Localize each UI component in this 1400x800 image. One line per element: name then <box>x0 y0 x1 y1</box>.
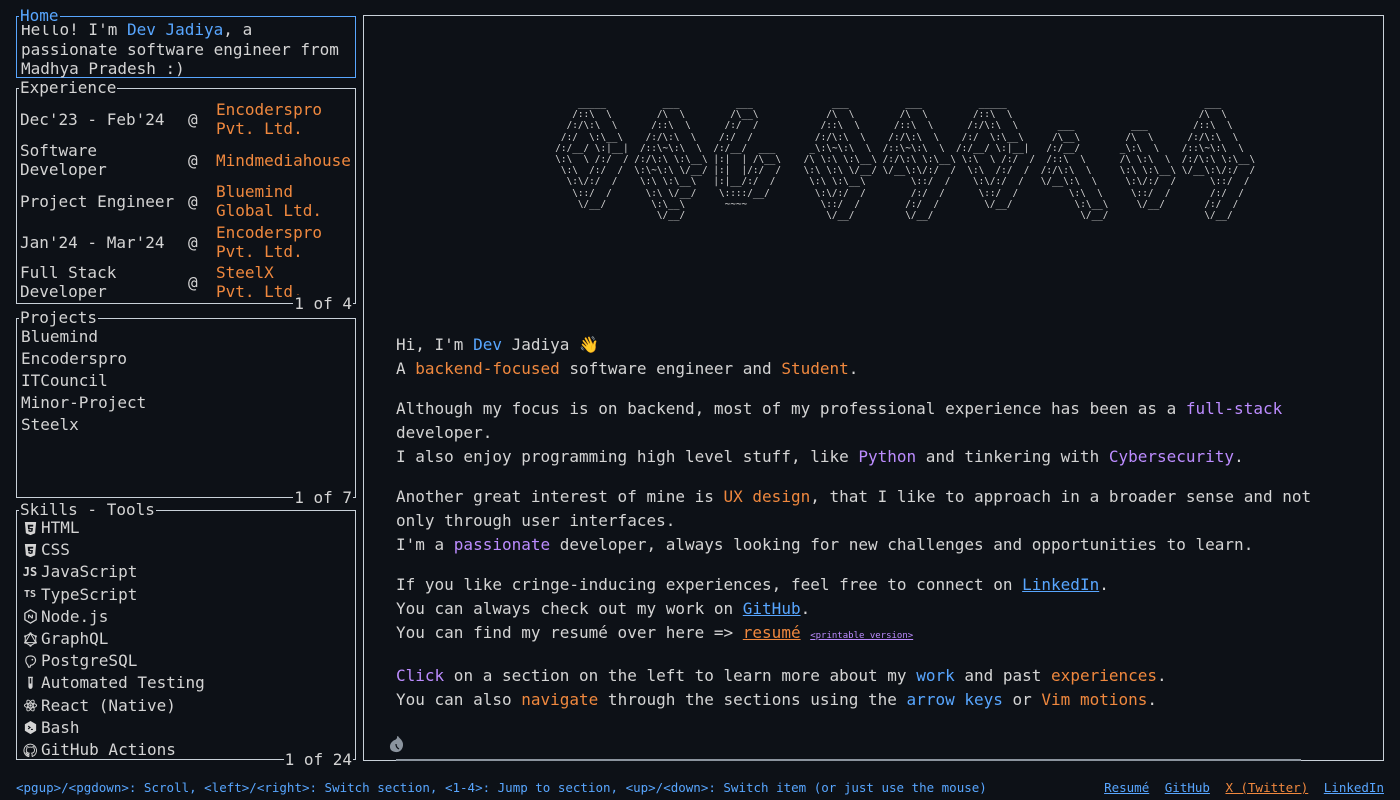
horizontal-scrollbar[interactable] <box>396 759 1301 761</box>
experience-title: Experience <box>19 78 118 97</box>
projects-counter: 1 of 7 <box>293 488 353 507</box>
skill-item[interactable]: Node.js <box>19 606 353 628</box>
home-title: Home <box>19 6 60 25</box>
ts-icon: TS <box>23 588 37 600</box>
react-icon <box>19 695 41 717</box>
js-icon: JS <box>22 565 38 580</box>
printable-resume-link[interactable]: <printable version> <box>810 631 913 641</box>
wave-emoji-icon: 👋 <box>579 335 599 354</box>
footer-twitter-link[interactable]: X (Twitter) <box>1225 780 1308 795</box>
nodejs-icon <box>19 606 41 628</box>
skills-panel[interactable]: Skills - Tools HTML CSS JS JavaScript TS… <box>16 501 356 769</box>
project-item[interactable]: Steelx <box>21 414 351 436</box>
home-intro: Hello! I'm Dev Jadiya, a passionate soft… <box>21 20 339 78</box>
graphql-icon <box>19 628 41 650</box>
experience-counter: 1 of 4 <box>293 294 353 313</box>
github-link[interactable]: GitHub <box>743 599 801 618</box>
skill-item[interactable]: PostgreSQL <box>19 650 353 672</box>
skill-item[interactable]: TS TypeScript <box>19 584 353 606</box>
project-item[interactable]: Bluemind <box>21 326 351 348</box>
keybind-help: <pgup>/<pgdown>: Scroll, <left>/<right>:… <box>16 780 987 795</box>
about-text: Hi, I'm Dev Jadiya 👋 A backend-focused s… <box>396 335 1312 709</box>
skill-item[interactable]: GraphQL <box>19 628 353 650</box>
bun-logo-icon <box>389 736 404 753</box>
footer-bar: <pgup>/<pgdown>: Scroll, <left>/<right>:… <box>16 781 1384 795</box>
footer-github-link[interactable]: GitHub <box>1165 780 1210 795</box>
skills-title: Skills - Tools <box>19 500 156 519</box>
projects-title: Projects <box>19 308 99 327</box>
test-tube-icon <box>19 673 41 695</box>
skill-item[interactable]: Bash <box>19 717 353 739</box>
project-item[interactable]: Minor-Project <box>21 392 351 414</box>
main-content-panel[interactable]: _____ ___ ___ ___ ___ _____ ___ /::\ \ /… <box>363 15 1384 761</box>
experience-item[interactable]: Software Developer @ Mindmediahouse <box>17 140 355 180</box>
home-panel[interactable]: Home Hello! I'm Dev Jadiya, a passionate… <box>16 7 356 78</box>
skill-item[interactable]: React (Native) <box>19 695 353 717</box>
html5-icon <box>19 517 41 539</box>
footer-resume-link[interactable]: Resumé <box>1104 780 1149 795</box>
resume-link[interactable]: resumé <box>743 623 801 642</box>
project-item[interactable]: ITCouncil <box>21 370 351 392</box>
skill-item[interactable]: CSS <box>19 539 353 561</box>
skill-item[interactable]: HTML <box>19 517 353 539</box>
bash-icon <box>19 717 41 739</box>
css3-icon <box>19 539 41 561</box>
experience-item[interactable]: Project Engineer @ Bluemind Global Ltd. <box>17 180 355 222</box>
footer-linkedin-link[interactable]: LinkedIn <box>1324 780 1384 795</box>
home-name: Dev Jadiya <box>126 20 224 39</box>
skills-counter: 1 of 24 <box>283 750 353 769</box>
postgresql-icon <box>19 650 41 672</box>
project-item[interactable]: Encoderspro <box>21 348 351 370</box>
skill-item[interactable]: JS JavaScript <box>19 561 353 583</box>
experience-item[interactable]: Dec'23 - Feb'24 @ Encoderspro Pvt. Ltd. <box>17 98 355 140</box>
experience-item[interactable]: Jan'24 - Mar'24 @ Encoderspro Pvt. Ltd. <box>17 222 355 262</box>
experience-panel[interactable]: Experience Dec'23 - Feb'24 @ Encoderspro… <box>16 79 356 313</box>
projects-panel[interactable]: Projects Bluemind Encoderspro ITCouncil … <box>16 309 356 507</box>
linkedin-link[interactable]: LinkedIn <box>1022 575 1099 594</box>
github-icon <box>19 739 41 761</box>
skill-item[interactable]: Automated Testing <box>19 672 353 694</box>
ascii-art-banner: _____ ___ ___ ___ ___ _____ ___ /::\ \ /… <box>555 98 1256 222</box>
